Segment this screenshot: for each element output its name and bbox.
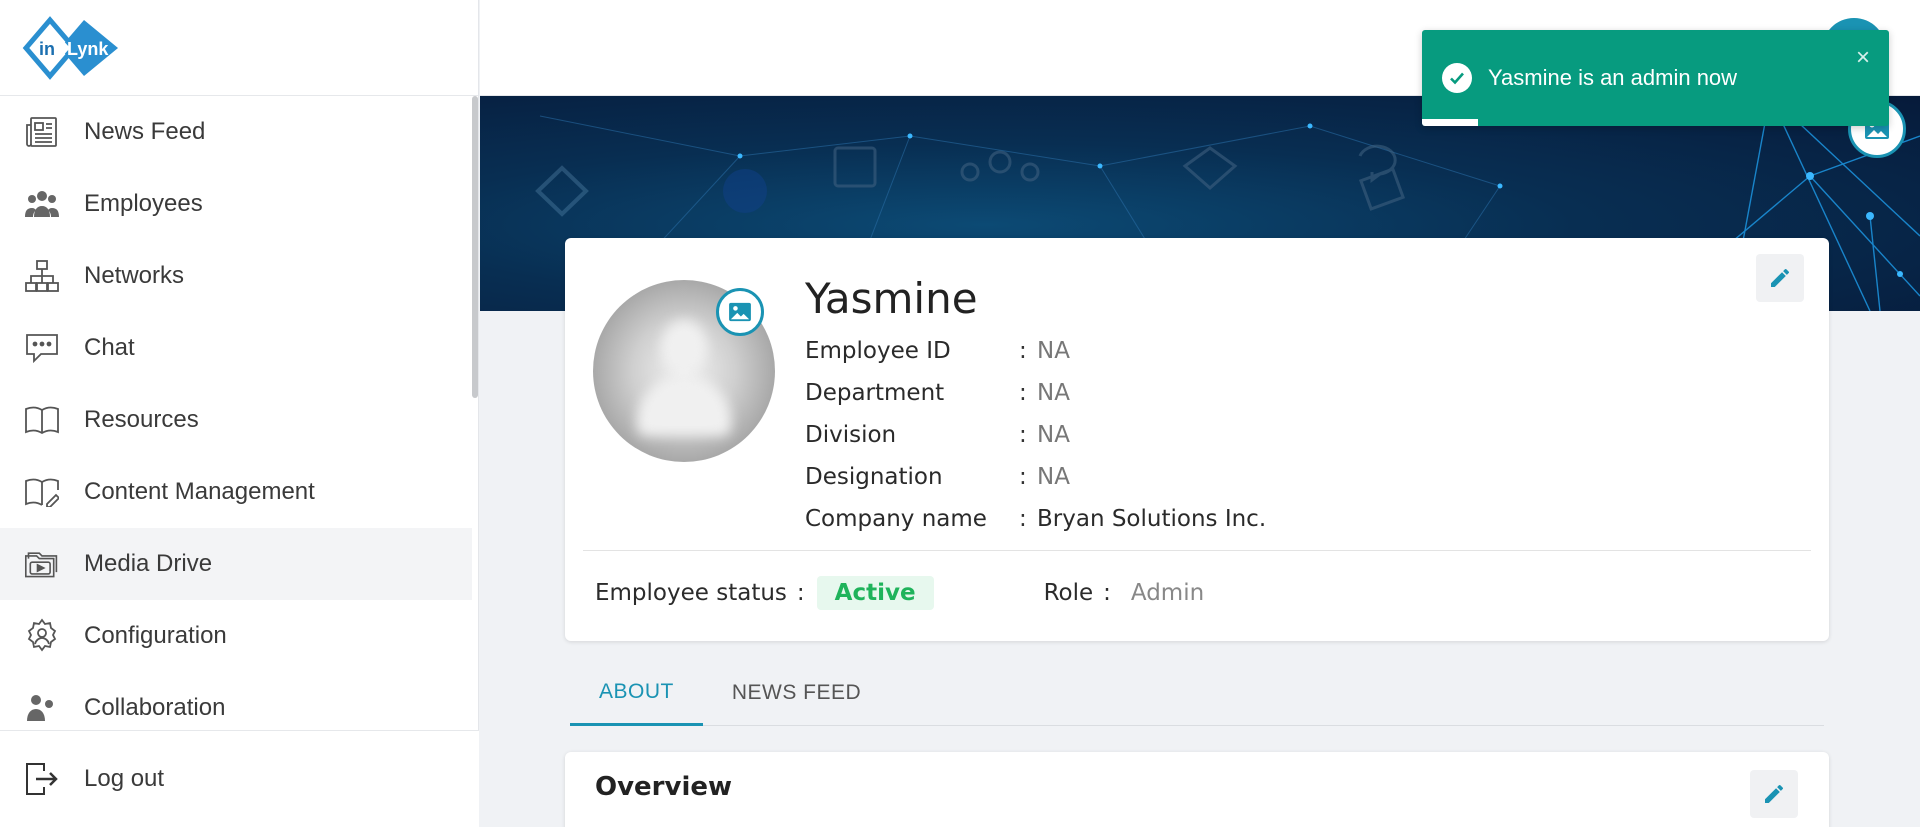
field-separator: :: [1019, 506, 1027, 532]
role-value: Admin: [1130, 580, 1205, 606]
network-icon: [24, 258, 60, 294]
svg-text:in: in: [39, 39, 55, 59]
overview-card: Overview: [565, 752, 1829, 827]
field-separator: :: [1019, 464, 1027, 490]
field-value: NA: [1037, 338, 1070, 364]
sidebar: in Lynk News Feed Employees Networks Cha…: [0, 0, 479, 827]
profile-card: Yasmine Employee ID : NA Department : NA…: [565, 238, 1829, 641]
profile-photo-change-button[interactable]: [716, 288, 764, 336]
field-division: Division : NA: [805, 414, 1266, 456]
sidebar-item-label: Collaboration: [84, 694, 226, 721]
status-row: Employee status : Active Role : Admin: [595, 574, 1204, 612]
logout-label: Log out: [84, 765, 165, 792]
inlynk-logo[interactable]: in Lynk: [22, 15, 126, 80]
sidebar-item-label: Content Management: [84, 478, 315, 505]
toast-message: Yasmine is an admin now: [1488, 65, 1738, 90]
logout-icon: [24, 761, 60, 797]
field-label: Employee ID: [805, 338, 951, 364]
edit-overview-button[interactable]: [1750, 770, 1798, 818]
check-circle-icon: [1442, 63, 1472, 93]
field-label: Division: [805, 422, 897, 448]
field-label: Department: [805, 380, 945, 406]
sidebar-item-label: Employees: [84, 190, 203, 217]
tab-about[interactable]: ABOUT: [570, 660, 703, 726]
field-employee-id: Employee ID : NA: [805, 330, 1266, 372]
field-label: Designation: [805, 464, 943, 490]
overview-title: Overview: [595, 772, 733, 802]
sidebar-item-configuration[interactable]: Configuration: [0, 600, 472, 672]
gear-user-icon: [24, 618, 60, 654]
svg-text:Lynk: Lynk: [67, 39, 109, 59]
pencil-icon: [1771, 268, 1789, 287]
status-badge: Active: [816, 576, 934, 610]
sidebar-item-media-drive[interactable]: Media Drive: [0, 528, 472, 600]
sidebar-item-employees[interactable]: Employees: [0, 168, 472, 240]
sidebar-nav: News Feed Employees Networks Chat Resour…: [0, 96, 472, 730]
sidebar-scrollbar[interactable]: [472, 96, 478, 398]
toast-close-button[interactable]: ×: [1856, 44, 1870, 72]
status-separator: :: [796, 580, 805, 606]
folder-media-icon: [24, 546, 60, 582]
field-value: NA: [1037, 380, 1070, 406]
field-value: NA: [1037, 422, 1070, 448]
role-group: Role : Admin: [1044, 580, 1205, 606]
sidebar-item-label: Networks: [84, 262, 185, 289]
profile-fields: Employee ID : NA Department : NA Divisio…: [805, 330, 1266, 540]
pencil-icon: [1765, 784, 1783, 803]
sidebar-item-label: News Feed: [84, 118, 206, 145]
role-separator: :: [1103, 580, 1111, 606]
field-separator: :: [1019, 380, 1027, 406]
sidebar-item-news-feed[interactable]: News Feed: [0, 96, 472, 168]
field-value: Bryan Solutions Inc.: [1037, 506, 1267, 532]
field-separator: :: [1019, 338, 1027, 364]
field-designation: Designation : NA: [805, 456, 1266, 498]
logout-button[interactable]: Log out: [0, 730, 479, 827]
field-label: Company name: [805, 506, 987, 532]
sidebar-item-chat[interactable]: Chat: [0, 312, 472, 384]
success-toast: Yasmine is an admin now ×: [1422, 30, 1889, 126]
people-icon: [24, 186, 60, 222]
sidebar-item-networks[interactable]: Networks: [0, 240, 472, 312]
field-value: NA: [1037, 464, 1070, 490]
status-label: Employee status: [595, 580, 787, 606]
image-icon: [729, 302, 751, 322]
edit-profile-button[interactable]: [1756, 254, 1804, 302]
sidebar-item-collaboration[interactable]: Collaboration: [0, 672, 472, 730]
profile-name: Yasmine: [805, 274, 978, 323]
field-separator: :: [1019, 422, 1027, 448]
book-edit-icon: [24, 474, 60, 510]
field-department: Department : NA: [805, 372, 1266, 414]
sidebar-item-label: Configuration: [84, 622, 227, 649]
role-label: Role: [1043, 580, 1094, 606]
collaboration-icon: [24, 690, 60, 726]
sidebar-item-content-management[interactable]: Content Management: [0, 456, 472, 528]
sidebar-item-label: Chat: [84, 334, 135, 361]
tab-news-feed[interactable]: NEWS FEED: [703, 660, 890, 726]
sidebar-item-resources[interactable]: Resources: [0, 384, 472, 456]
sidebar-item-label: Resources: [84, 406, 199, 433]
field-company-name: Company name : Bryan Solutions Inc.: [805, 498, 1266, 540]
sidebar-item-label: Media Drive: [84, 550, 213, 577]
chat-icon: [24, 330, 60, 366]
card-divider: [583, 550, 1811, 551]
newspaper-icon: [24, 114, 60, 150]
logo-area: in Lynk: [0, 0, 478, 96]
toast-progress-bar: [1422, 119, 1479, 126]
book-icon: [24, 402, 60, 438]
profile-tabs: ABOUT NEWS FEED: [570, 660, 1824, 726]
